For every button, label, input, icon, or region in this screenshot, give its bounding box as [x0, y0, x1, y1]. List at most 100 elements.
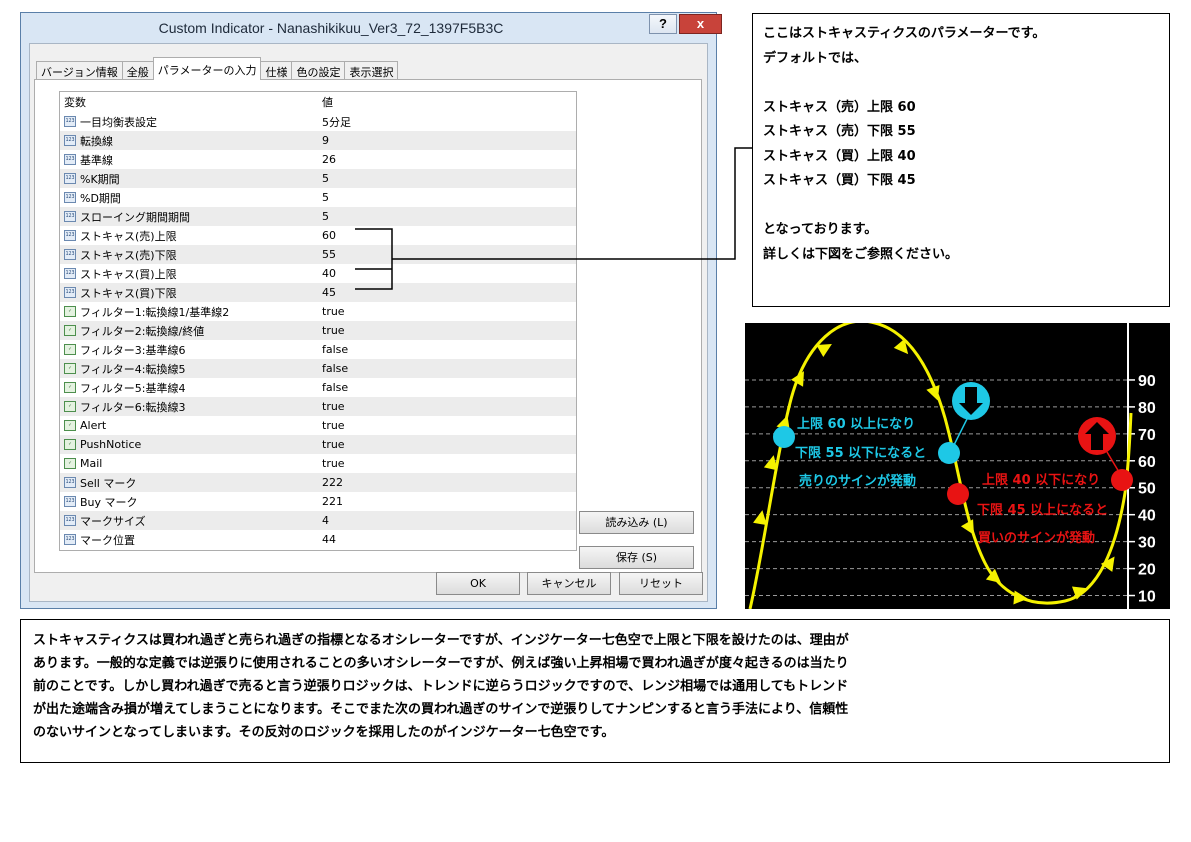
parameter-value[interactable]: true — [319, 400, 576, 413]
table-row[interactable]: 123 マークサイズ 4 — [60, 511, 576, 530]
table-row[interactable]: 123 基準線 26 — [60, 150, 576, 169]
load-button[interactable]: 読み込み (L) — [579, 511, 694, 534]
parameter-value[interactable]: true — [319, 438, 576, 451]
boolean-type-icon: ✓ — [64, 439, 76, 450]
title-bar[interactable]: Custom Indicator - Nanashikikuu_Ver3_72_… — [21, 13, 722, 43]
parameter-value[interactable]: 60 — [319, 229, 576, 242]
table-row[interactable]: ✓ フィルター2:転換線/終値 true — [60, 321, 576, 340]
numeric-type-icon: 123 — [64, 192, 76, 203]
parameter-value[interactable]: 5 — [319, 191, 576, 204]
note-box: ここはストキャスティクスのパラメーターです。 デフォルトでは、 ストキャス（売）… — [752, 13, 1170, 307]
table-row[interactable]: ✓ Alert true — [60, 416, 576, 435]
parameter-name-cell: 123 ストキャス(買)下限 — [60, 285, 319, 301]
parameter-name-cell: ✓ フィルター6:転換線3 — [60, 399, 319, 415]
y-tick-label: 10 — [1138, 589, 1156, 606]
parameter-name-cell: 123 一目均衡表設定 — [60, 114, 319, 130]
table-row[interactable]: 123 Sell マーク 222 — [60, 473, 576, 492]
table-row[interactable]: 123 ストキャス(買)上限 40 — [60, 264, 576, 283]
parameter-value[interactable]: 45 — [319, 286, 576, 299]
table-row[interactable]: 123 ストキャス(売)上限 60 — [60, 226, 576, 245]
parameter-name-cell: ✓ フィルター2:転換線/終値 — [60, 323, 319, 339]
parameter-name: 基準線 — [80, 153, 113, 167]
cancel-button[interactable]: キャンセル — [527, 572, 611, 595]
numeric-type-icon: 123 — [64, 135, 76, 146]
table-row[interactable]: 123 ストキャス(売)下限 55 — [60, 245, 576, 264]
parameter-value[interactable]: 221 — [319, 495, 576, 508]
table-row[interactable]: ✓ Mail true — [60, 454, 576, 473]
parameter-value[interactable]: false — [319, 362, 576, 375]
parameter-name: マーク位置 — [80, 533, 135, 547]
save-button[interactable]: 保存 (S) — [579, 546, 694, 569]
parameter-name-cell: 123 マークサイズ — [60, 513, 319, 529]
parameter-value[interactable]: 5 — [319, 172, 576, 185]
table-row[interactable]: ✓ フィルター6:転換線3 true — [60, 397, 576, 416]
parameter-value[interactable]: false — [319, 381, 576, 394]
parameter-name-cell: ✓ Alert — [60, 419, 319, 432]
parameter-value[interactable]: 26 — [319, 153, 576, 166]
tab-input-parameters[interactable]: パラメーターの入力 — [152, 57, 262, 80]
parameter-value[interactable]: 44 — [319, 533, 576, 546]
table-row[interactable]: 123 マーク位置 44 — [60, 530, 576, 549]
sell-down-arrow-icon — [950, 382, 990, 452]
tab-specification[interactable]: 仕様 — [260, 61, 293, 80]
tab-general[interactable]: 全般 — [121, 61, 154, 80]
buy-upper-point — [1111, 469, 1133, 491]
parameter-name-cell: 123 基準線 — [60, 152, 319, 168]
parameter-name: PushNotice — [80, 438, 142, 451]
buy-up-arrow-icon — [1078, 417, 1120, 473]
note-line: ここはストキャスティクスのパラメーターです。 — [763, 26, 1046, 41]
table-row[interactable]: ✓ フィルター3:基準線6 false — [60, 340, 576, 359]
numeric-type-icon: 123 — [64, 268, 76, 279]
note-line: ストキャス（売）上限 60 — [763, 99, 916, 115]
parameter-value[interactable]: 9 — [319, 134, 576, 147]
table-row[interactable]: ✓ PushNotice true — [60, 435, 576, 454]
parameter-name: フィルター4:転換線5 — [80, 362, 186, 376]
table-row[interactable]: 123 %D期間 5 — [60, 188, 576, 207]
parameter-value[interactable]: 222 — [319, 476, 576, 489]
numeric-type-icon: 123 — [64, 230, 76, 241]
parameter-value[interactable]: 55 — [319, 248, 576, 261]
parameter-name-cell: ✓ PushNotice — [60, 438, 319, 451]
table-row[interactable]: 123 ストキャス(買)下限 45 — [60, 283, 576, 302]
reset-button[interactable]: リセット — [619, 572, 703, 595]
tab-color-settings[interactable]: 色の設定 — [291, 61, 346, 80]
tab-display-selection[interactable]: 表示選択 — [344, 61, 399, 80]
numeric-type-icon: 123 — [64, 116, 76, 127]
table-row[interactable]: 123 %K期間 5 — [60, 169, 576, 188]
parameter-name-cell: ✓ Mail — [60, 457, 319, 470]
parameter-value[interactable]: false — [319, 343, 576, 356]
table-row[interactable]: ✓ フィルター1:転換線1/基準線2 true — [60, 302, 576, 321]
stochastic-chart: 90 80 70 60 50 40 30 20 10 上限 60 以上になり 下限 55 以下になる… — [745, 319, 1170, 610]
table-row[interactable]: 123 転換線 9 — [60, 131, 576, 150]
tab-version-info[interactable]: バージョン情報 — [36, 61, 123, 80]
explanation-line: 前のことです。しかし買われ過ぎで売ると言う逆張りロジックは、トレンドに逆らうロジ… — [33, 679, 849, 694]
parameter-value[interactable]: true — [319, 419, 576, 432]
table-row[interactable]: 123 Buy マーク 221 — [60, 492, 576, 511]
parameter-name: フィルター2:転換線/終値 — [80, 324, 205, 338]
parameter-value[interactable]: 4 — [319, 514, 576, 527]
table-row[interactable]: ✓ フィルター4:転換線5 false — [60, 359, 576, 378]
buy-lower-point — [947, 483, 969, 505]
parameter-name: Alert — [80, 419, 107, 432]
parameter-value[interactable]: 5分足 — [319, 114, 576, 130]
help-button[interactable]: ? — [649, 14, 677, 34]
y-tick-label: 90 — [1138, 373, 1156, 390]
parameter-name-cell: 123 スローイング期間期間 — [60, 209, 319, 225]
table-row[interactable]: 123 一目均衡表設定 5分足 — [60, 112, 576, 131]
note-line: デフォルトでは、 — [763, 50, 868, 66]
parameter-name-cell: 123 ストキャス(売)下限 — [60, 247, 319, 263]
parameter-value[interactable]: true — [319, 457, 576, 470]
parameter-rows: 123 一目均衡表設定 5分足 123 転換線 9 123 基準線 26 123 %K期間 5 123%… — [60, 112, 576, 549]
parameter-name: ストキャス(売)上限 — [80, 229, 177, 243]
parameter-name: フィルター3:基準線6 — [80, 343, 186, 357]
table-row[interactable]: 123 スローイング期間期間 5 — [60, 207, 576, 226]
parameter-value[interactable]: 40 — [319, 267, 576, 280]
parameter-name-cell: ✓ フィルター4:転換線5 — [60, 361, 319, 377]
parameter-value[interactable]: 5 — [319, 210, 576, 223]
parameter-name: %D期間 — [80, 191, 121, 205]
close-button[interactable]: x — [679, 14, 722, 34]
parameter-value[interactable]: true — [319, 305, 576, 318]
table-row[interactable]: ✓ フィルター5:基準線4 false — [60, 378, 576, 397]
ok-button[interactable]: OK — [436, 572, 520, 595]
parameter-value[interactable]: true — [319, 324, 576, 337]
